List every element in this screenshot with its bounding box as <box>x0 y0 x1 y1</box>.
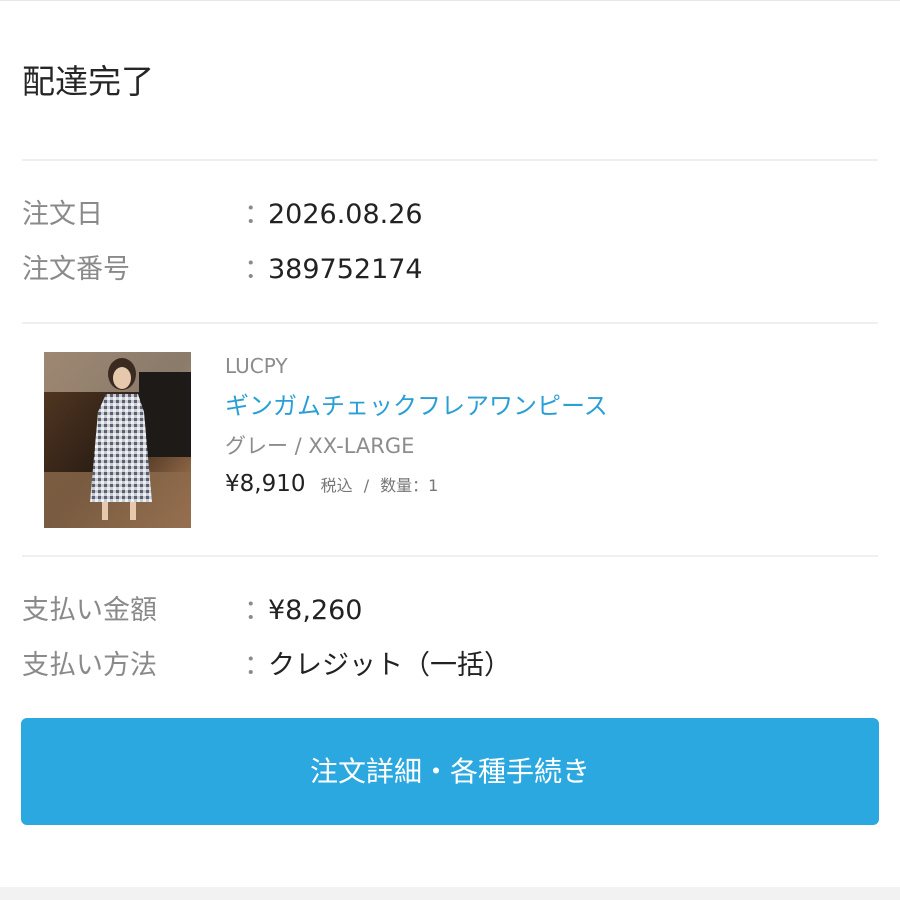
order-card: 配達完了 注文日 ： 2026.08.26 注文番号 ： 389752174 L… <box>0 0 900 887</box>
order-number-value: 389752174 <box>268 254 423 285</box>
product-variant: グレー / XX-LARGE <box>225 434 415 458</box>
product-photo <box>44 352 191 528</box>
divider <box>22 555 878 557</box>
order-date-label: 注文日 <box>22 199 103 230</box>
top-divider <box>0 0 900 1</box>
order-date-value: 2026.08.26 <box>268 199 423 230</box>
divider <box>22 322 878 324</box>
payment-method-value: クレジット（一括） <box>268 650 511 681</box>
divider <box>22 159 878 161</box>
payment-amount-value: ¥8,260 <box>268 595 363 626</box>
payment-amount-label: 支払い金額 <box>22 595 157 626</box>
colon: ： <box>244 199 271 230</box>
colon: ： <box>244 595 271 626</box>
quantity: 数量：1 <box>380 476 439 495</box>
brand-name: LUCPY <box>225 354 288 378</box>
order-details-button[interactable]: 注文詳細・各種手続き <box>21 718 879 825</box>
product-price: ¥8,910 <box>225 471 306 497</box>
payment-method-label: 支払い方法 <box>22 650 157 681</box>
product-image[interactable] <box>44 352 191 528</box>
colon: ： <box>244 254 271 285</box>
colon: ： <box>244 650 271 681</box>
product-name-link[interactable]: ギンガムチェックフレアワンピース <box>225 390 608 422</box>
order-number-label: 注文番号 <box>22 254 130 285</box>
price-line: ¥8,910 税込 / 数量：1 <box>225 471 438 503</box>
delivery-status: 配達完了 <box>22 62 154 101</box>
separator: / <box>363 476 370 495</box>
tax-included-label: 税込 <box>320 476 353 495</box>
